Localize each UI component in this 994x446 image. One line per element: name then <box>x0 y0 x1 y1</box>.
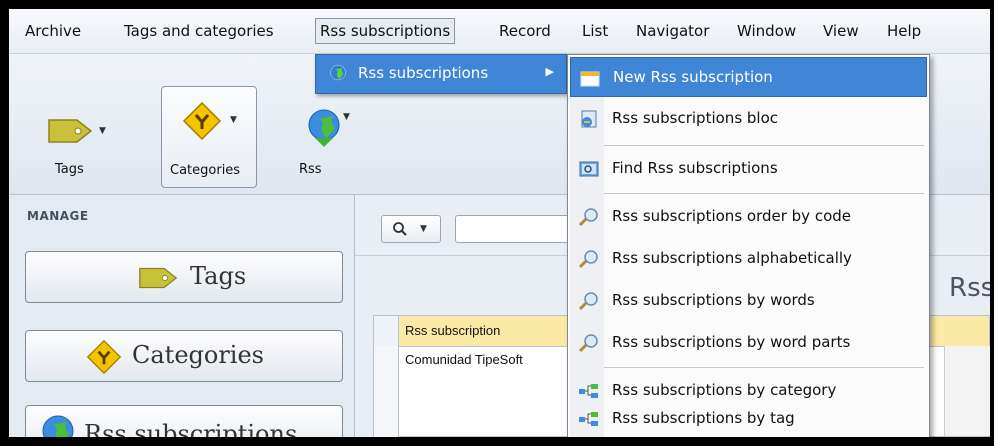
menu-tags-and-categories[interactable]: Tags and categories <box>120 18 278 44</box>
sidebar-title: MANAGE <box>27 209 89 223</box>
sidebar: MANAGE Tags Categories Rss subscriptions <box>9 195 355 437</box>
menu-rss-subscriptions[interactable]: Rss subscriptions <box>315 18 456 44</box>
menu-navigator[interactable]: Navigator <box>632 18 713 44</box>
menu-separator <box>604 193 924 194</box>
chevron-right-icon: ▶ <box>545 65 554 78</box>
menu-item-label: Rss subscriptions alphabetically <box>612 249 852 267</box>
chevron-down-icon: ▼ <box>420 224 427 234</box>
search-input[interactable] <box>455 215 575 243</box>
magnifier-icon <box>578 250 598 269</box>
tag-icon <box>48 119 93 143</box>
menubar: Archive Tags and categories Rss subscrip… <box>9 9 990 54</box>
menu-item-label: Rss subscriptions order by code <box>612 207 852 225</box>
grid-row-header <box>374 346 399 437</box>
menu-item-order-by-code[interactable]: Rss subscriptions order by code <box>570 197 927 237</box>
preview-thumbnail <box>944 346 990 436</box>
menu-separator <box>604 367 924 368</box>
menu-item-label: Rss subscriptions by words <box>612 291 815 309</box>
menu-item-by-word-parts[interactable]: Rss subscriptions by word parts <box>570 323 927 363</box>
chevron-down-icon: ▼ <box>230 115 237 125</box>
menu-item-new-rss-subscription[interactable]: New Rss subscription <box>570 57 927 97</box>
magnifier-icon <box>578 334 598 353</box>
ribbon-categories-label: Categories <box>170 163 241 178</box>
submenu-label: Rss subscriptions <box>358 64 489 82</box>
globe-icon <box>308 109 340 147</box>
sidebar-item-categories[interactable]: Categories <box>25 330 343 382</box>
menu-item-find-rss-subscriptions[interactable]: Find Rss subscriptions <box>570 149 927 189</box>
chevron-down-icon: ▼ <box>343 112 350 122</box>
tag-icon <box>139 267 178 289</box>
menu-item-label: Find Rss subscriptions <box>612 159 778 177</box>
menu-item-label: Rss subscriptions by category <box>612 381 837 399</box>
bloc-icon <box>581 110 597 128</box>
menu-list[interactable]: List <box>578 18 612 44</box>
sidebar-item-label: Rss subscriptions <box>84 420 298 437</box>
new-item-icon <box>580 71 600 87</box>
menu-archive[interactable]: Archive <box>21 18 85 44</box>
menu-record[interactable]: Record <box>495 18 555 44</box>
menu-item-label: Rss subscriptions by tag <box>612 409 795 427</box>
sidebar-item-label: Categories <box>132 341 264 369</box>
menu-item-label: New Rss subscription <box>613 68 773 86</box>
search-icon <box>393 222 407 236</box>
menu-help[interactable]: Help <box>883 18 925 44</box>
sidebar-item-tags[interactable]: Tags <box>25 251 343 303</box>
category-icon <box>86 339 122 375</box>
menu-window[interactable]: Window <box>733 18 800 44</box>
find-icon <box>579 161 599 177</box>
ribbon-rss-button[interactable]: ▼ Rss <box>299 86 359 186</box>
magnifier-icon <box>578 208 598 227</box>
menu-item-by-tag[interactable]: Rss subscriptions by tag <box>570 399 927 437</box>
menu-item-label: Rss subscriptions bloc <box>612 109 779 127</box>
category-icon <box>182 101 222 141</box>
menu-item-alphabetically[interactable]: Rss subscriptions alphabetically <box>570 239 927 279</box>
table-row[interactable]: Comunidad TipeSoft <box>405 352 523 367</box>
ribbon-tags-label: Tags <box>55 162 84 177</box>
globe-icon <box>330 64 346 81</box>
menu-item-by-words[interactable]: Rss subscriptions by words <box>570 281 927 321</box>
menu-separator <box>604 145 924 146</box>
column-header-rss-subscription: Rss subscription <box>405 323 501 338</box>
page-title: Rss <box>949 273 990 303</box>
ribbon-rss-label: Rss <box>299 162 322 177</box>
submenu-rss-subscriptions[interactable]: Rss subscriptions ▶ <box>315 54 567 94</box>
magnifier-icon <box>578 292 598 311</box>
grid-corner <box>374 316 399 347</box>
menu-view[interactable]: View <box>819 18 863 44</box>
tree-icon <box>579 384 598 398</box>
globe-icon <box>42 415 74 437</box>
tree-icon <box>579 412 598 426</box>
submenu-rss-subscriptions-items: New Rss subscription Rss subscriptions b… <box>567 54 930 437</box>
search-type-dropdown[interactable]: ▼ <box>381 215 441 243</box>
app-window: Archive Tags and categories Rss subscrip… <box>9 9 990 437</box>
menu-item-label: Rss subscriptions by word parts <box>612 333 851 351</box>
sidebar-item-label: Tags <box>190 262 247 290</box>
menu-item-rss-subscriptions-bloc[interactable]: Rss subscriptions bloc <box>570 99 927 139</box>
ribbon-categories-button[interactable]: ▼ Categories <box>161 86 257 188</box>
ribbon-tags-button[interactable]: ▼ Tags <box>47 86 129 186</box>
sidebar-item-rss-subscriptions[interactable]: Rss subscriptions <box>25 405 343 437</box>
chevron-down-icon: ▼ <box>99 126 106 136</box>
